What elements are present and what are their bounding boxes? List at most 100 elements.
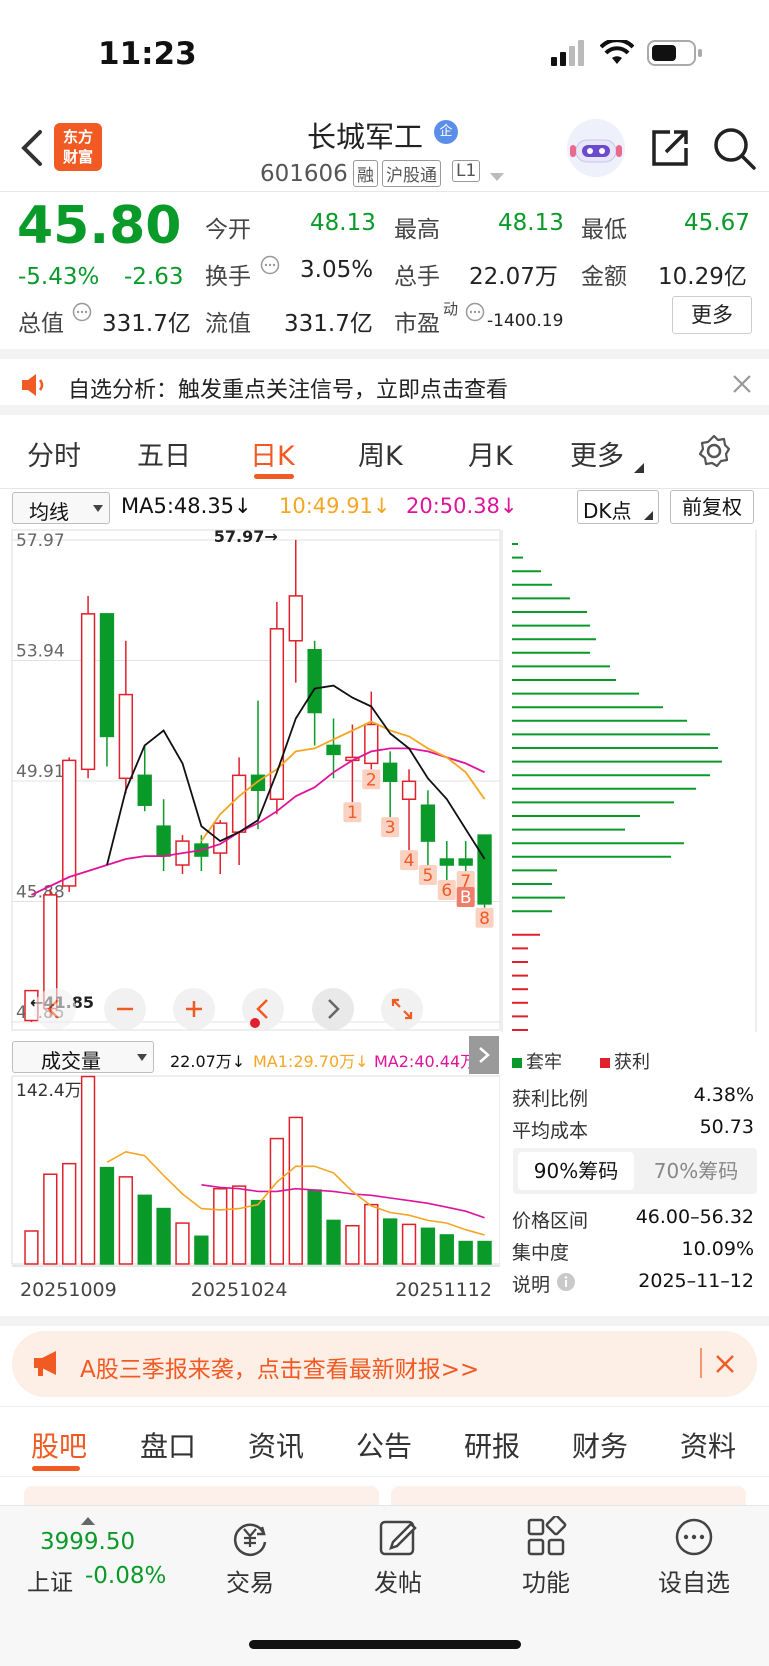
notice-text[interactable]: 自选分析：触发重点关注信号，立即点击查看	[68, 372, 508, 404]
tab-finance[interactable]: 财务	[572, 1425, 628, 1465]
tab-five-day[interactable]: 五日	[137, 434, 191, 473]
tab-weekly-k[interactable]: 周K	[358, 434, 403, 473]
robot-avatar-icon[interactable]	[566, 118, 626, 182]
signal-label: 8	[479, 909, 490, 929]
scroll-left-button[interactable]	[242, 988, 284, 1030]
volume-bar	[458, 1240, 473, 1265]
tag-hk-connect: 沪股通	[382, 160, 441, 187]
x-tick-label: 20251024	[191, 1279, 288, 1301]
volume-bar	[420, 1227, 436, 1265]
chevron-down-icon	[634, 458, 644, 477]
kline-chart[interactable]: 57.9753.9449.9145.8841.8557.97→←41.85123…	[0, 522, 769, 1040]
candle-body	[288, 595, 303, 642]
info-icon[interactable]	[72, 302, 92, 326]
candle-body	[80, 613, 96, 771]
info-icon[interactable]	[556, 1272, 576, 1296]
y-tick-label: 53.94	[16, 642, 65, 662]
logo-line1: 东方	[62, 128, 93, 146]
y-tick-label: 49.91	[16, 762, 65, 782]
banner-close-icon[interactable]	[715, 1354, 735, 1378]
tab-news[interactable]: 资讯	[248, 1425, 304, 1465]
info-icon[interactable]	[260, 255, 280, 279]
nav-trade[interactable]: 交易	[210, 1563, 290, 1598]
ma-selector[interactable]: 均线	[12, 492, 110, 524]
x-tick-label: 20251112	[395, 1279, 492, 1301]
chip-range-value: 46.00–56.32	[635, 1206, 754, 1228]
index-name[interactable]: 上证	[27, 1563, 73, 1597]
nav-add-watchlist[interactable]: 设自选	[649, 1563, 739, 1598]
tab-daily-k[interactable]: 日K	[250, 434, 295, 473]
tab-more[interactable]: 更多	[570, 434, 624, 473]
volume-bar	[269, 1137, 285, 1265]
volume-selector[interactable]: 成交量	[12, 1041, 154, 1073]
logo-line2: 财富	[62, 148, 93, 166]
index-value[interactable]: 3999.50	[40, 1529, 135, 1555]
index-expand-icon[interactable]	[81, 1511, 95, 1530]
tab-research[interactable]: 研报	[464, 1425, 520, 1465]
value-amount: 10.29亿	[658, 264, 747, 290]
nav-functions[interactable]: 功能	[506, 1563, 586, 1598]
signal-label: 3	[385, 818, 396, 838]
label-open: 今开	[205, 217, 251, 243]
label-pe: 市盈	[394, 311, 440, 337]
volume-bar	[231, 1185, 247, 1265]
index-change[interactable]: -0.08%	[85, 1563, 166, 1589]
label-float-cap: 流值	[205, 311, 251, 337]
value-turnover: 3.05%	[300, 257, 374, 283]
fullscreen-button[interactable]	[381, 988, 423, 1030]
label-volume: 总手	[394, 264, 440, 290]
compose-post-icon[interactable]	[377, 1516, 419, 1562]
ma-selector-label: 均线	[29, 500, 69, 524]
chip-tab-90[interactable]: 90%筹码	[518, 1152, 634, 1190]
pe-superscript: 动	[443, 300, 459, 318]
functions-grid-icon[interactable]	[525, 1514, 567, 1562]
close-icon[interactable]	[732, 374, 752, 398]
scroll-right-button[interactable]	[312, 988, 354, 1030]
tab-intraday[interactable]: 分时	[27, 434, 81, 473]
share-icon[interactable]	[648, 126, 692, 174]
back-icon[interactable]	[18, 128, 44, 172]
volume-y-label: 142.4万	[16, 1081, 82, 1101]
nav-post[interactable]: 发帖	[358, 1563, 438, 1598]
candle-body	[401, 780, 417, 800]
trade-icon[interactable]	[229, 1516, 271, 1562]
dropdown-icon[interactable]	[490, 168, 504, 187]
zoom-out-button[interactable]	[104, 988, 146, 1030]
candle-body	[137, 774, 152, 806]
settings-gear-icon[interactable]	[697, 434, 731, 472]
banner-text[interactable]: A股三季报来袭，点击查看最新财报>>	[80, 1350, 479, 1384]
search-icon[interactable]	[712, 126, 758, 176]
candle-body	[382, 762, 398, 783]
chart-back-button[interactable]	[34, 988, 76, 1030]
collapse-panel-button[interactable]	[469, 1036, 499, 1074]
active-tab-underline	[254, 474, 294, 479]
tab-monthly-k[interactable]: 月K	[468, 434, 513, 473]
chip-avg-cost-label: 平均成本	[512, 1120, 589, 1142]
adjust-button[interactable]: 前复权	[670, 490, 754, 524]
chip-concentration-label: 集中度	[512, 1242, 570, 1264]
current-price: 45.80	[17, 196, 182, 256]
volume-ma1: MA1:29.70万↓	[253, 1052, 369, 1071]
zoom-in-button[interactable]	[173, 988, 215, 1030]
ma10-label: 10:49.91↓	[279, 494, 391, 518]
volume-bar	[175, 1222, 190, 1265]
volume-bar	[24, 1230, 39, 1265]
tag-margin: 融	[353, 160, 378, 187]
ma20-label: 20:50.38↓	[406, 494, 518, 518]
more-button[interactable]: 更多	[672, 296, 752, 334]
change-pct: -5.43%	[18, 264, 100, 290]
chip-tab-70[interactable]: 70%筹码	[638, 1152, 754, 1190]
volume-bar	[213, 1187, 228, 1265]
plus-icon	[186, 1001, 202, 1017]
tab-pankou[interactable]: 盘口	[140, 1425, 196, 1465]
tab-announcements[interactable]: 公告	[356, 1425, 412, 1465]
change-value: -2.63	[124, 264, 184, 290]
value-market-cap: 331.7亿	[102, 311, 191, 337]
info-icon[interactable]	[465, 302, 485, 326]
tab-profile[interactable]: 资料	[680, 1425, 736, 1465]
add-watchlist-icon[interactable]	[673, 1516, 715, 1562]
dk-point-button[interactable]: DK点	[577, 490, 659, 524]
stock-name: 长城军工	[307, 120, 424, 154]
label-low: 最低	[581, 217, 627, 243]
tab-guba[interactable]: 股吧	[31, 1425, 87, 1465]
